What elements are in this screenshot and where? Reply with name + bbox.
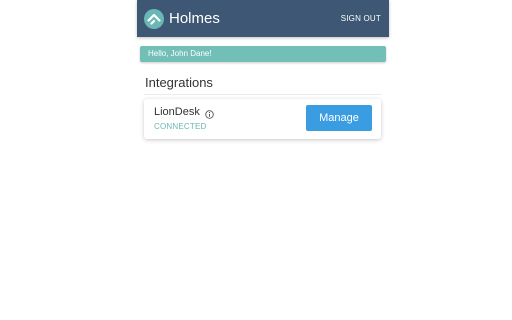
app-header: Holmes SIGN OUT [137, 0, 389, 37]
app-title: Holmes [169, 10, 220, 27]
manage-button[interactable]: Manage [306, 105, 372, 131]
info-icon[interactable] [205, 106, 214, 119]
integration-name: LionDesk [154, 106, 200, 118]
section-divider [144, 94, 382, 95]
app-container: Holmes SIGN OUT Hello, John Dane! Integr… [137, 0, 389, 320]
integration-card: LionDesk CONNECTED Manage [144, 99, 381, 139]
greeting-banner: Hello, John Dane! [140, 46, 386, 62]
greeting-text: Hello, John Dane! [148, 49, 212, 58]
house-icon [144, 9, 164, 29]
section-title: Integrations [145, 75, 213, 90]
integration-status: CONNECTED [154, 122, 207, 131]
sign-out-button[interactable]: SIGN OUT [341, 13, 381, 25]
